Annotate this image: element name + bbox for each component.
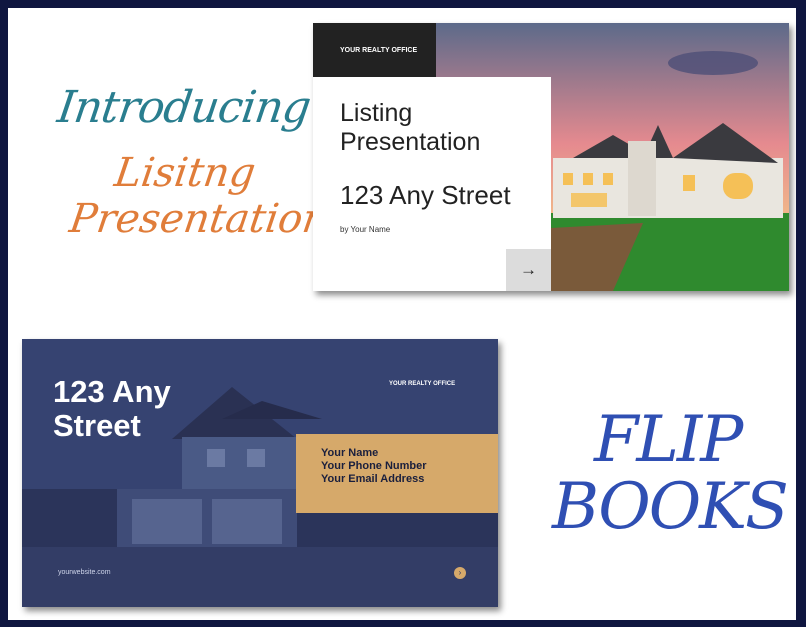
contact-card: Your Name Your Phone Number Your Email A… bbox=[296, 434, 498, 513]
street-slide-preview[interactable]: 123 Any Street YOUR REALTY OFFICE Your N… bbox=[22, 339, 498, 607]
listing-street: 123 Any Street bbox=[340, 180, 511, 210]
street-title: 123 Any Street bbox=[53, 374, 171, 443]
website-link[interactable]: yourwebsite.com bbox=[58, 569, 111, 576]
introducing-title: Introducing bbox=[54, 82, 314, 133]
presentation-title: Presentation bbox=[66, 196, 332, 242]
next-arrow-icon[interactable]: › bbox=[454, 567, 466, 579]
flip-title: FLIP bbox=[594, 403, 743, 477]
contact-name: Your Name bbox=[321, 447, 379, 459]
listing-title: Listing Presentation bbox=[340, 99, 481, 156]
contact-email: Your Email Address bbox=[321, 473, 425, 485]
contact-phone: Your Phone Number bbox=[321, 460, 427, 472]
realty-office-label: YOUR REALTY OFFICE bbox=[389, 381, 456, 387]
listing-slide-preview[interactable]: YOUR REALTY OFFICE Listing Presentation … bbox=[313, 23, 789, 291]
realty-office-label: YOUR REALTY OFFICE bbox=[313, 23, 436, 77]
arrow-right-icon[interactable]: → bbox=[506, 249, 551, 291]
books-title: BOOKS bbox=[552, 470, 789, 544]
lisitng-title: Lisitng bbox=[111, 150, 259, 196]
byline: by Your Name bbox=[340, 225, 391, 234]
